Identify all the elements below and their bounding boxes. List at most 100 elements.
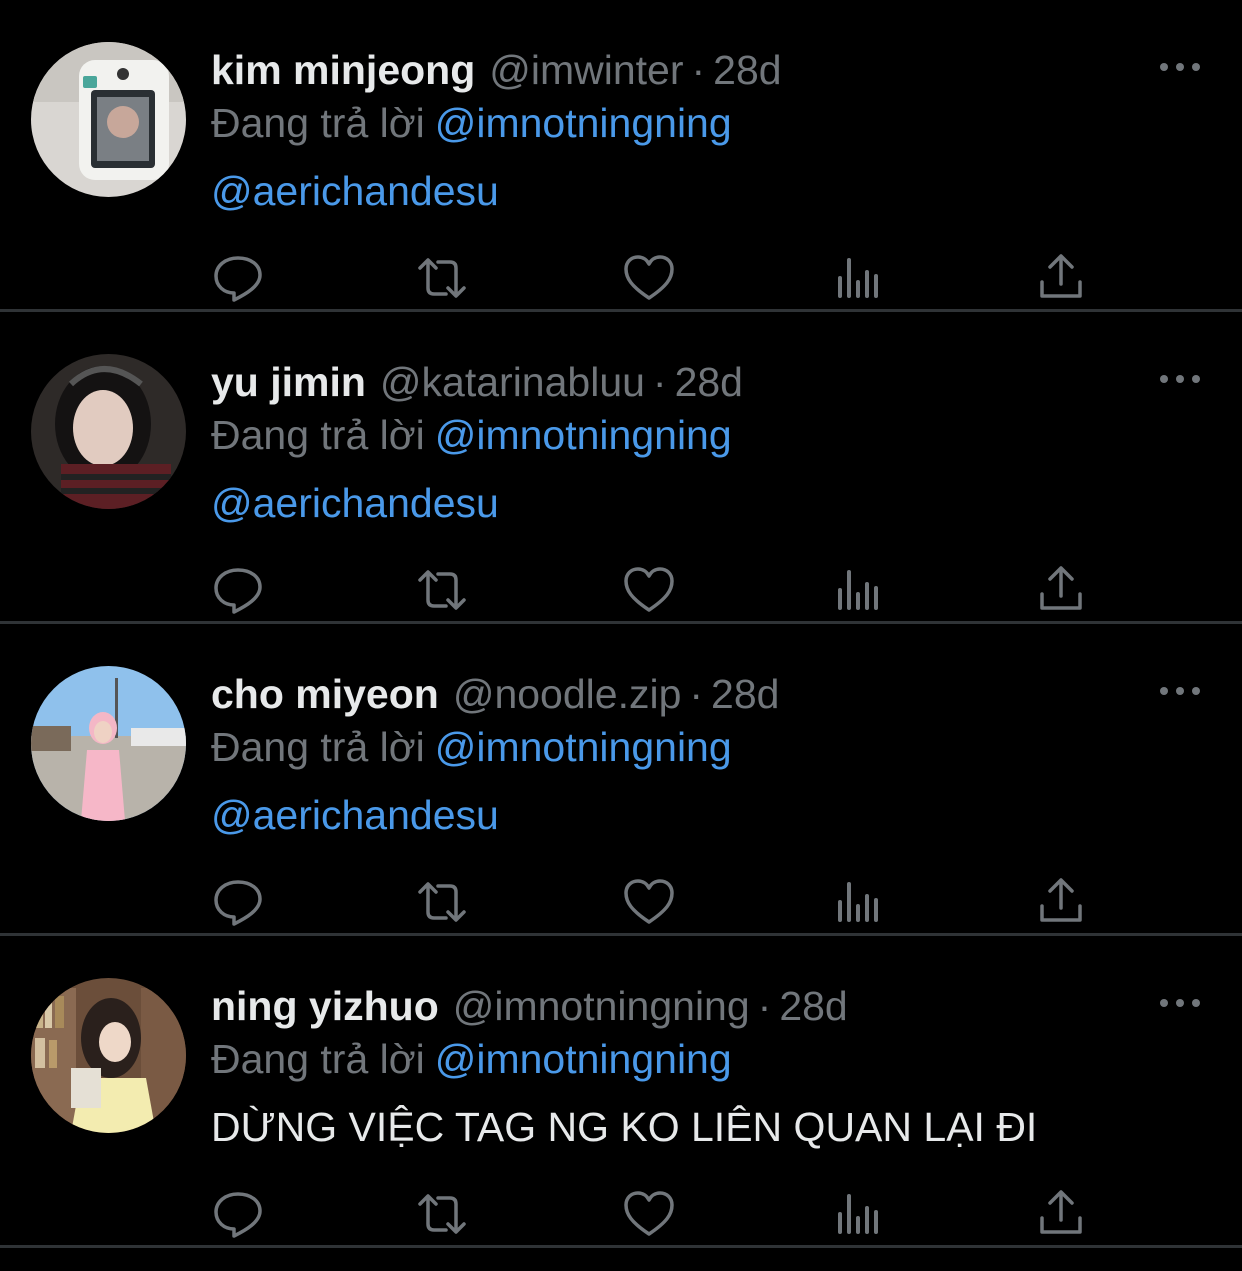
timestamp[interactable]: 28d xyxy=(675,359,743,405)
avatar-photo-icon xyxy=(31,666,186,821)
reply-target-link[interactable]: @imnotningning xyxy=(435,724,732,770)
more-options-button[interactable] xyxy=(1158,988,1202,1018)
tweet[interactable]: cho miyeon @noodle.zip · 28d Đang trả lời @i… xyxy=(0,624,1242,936)
mention-link[interactable]: @aerichandesu xyxy=(211,480,499,526)
retweet-button[interactable] xyxy=(414,874,470,930)
like-button[interactable] xyxy=(621,1186,677,1242)
more-options-button[interactable] xyxy=(1158,364,1202,394)
user-handle[interactable]: @imwinter xyxy=(489,47,683,93)
avatar[interactable] xyxy=(31,354,186,509)
share-button[interactable] xyxy=(1033,562,1089,618)
views-button[interactable] xyxy=(828,1186,884,1242)
avatar[interactable] xyxy=(31,666,186,821)
more-options-button[interactable] xyxy=(1158,676,1202,706)
avatar-photo-icon xyxy=(31,354,186,509)
reply-icon xyxy=(214,256,262,302)
replying-to: Đang trả lời @imnotningning xyxy=(211,97,732,149)
tweet[interactable]: kim minjeong @imwinter · 28d Đang trả lời @i… xyxy=(0,0,1242,312)
views-button[interactable] xyxy=(828,250,884,306)
separator-dot: · xyxy=(652,359,667,405)
separator-dot: · xyxy=(757,983,772,1029)
reply-button[interactable] xyxy=(210,562,266,618)
mention-link[interactable]: @aerichandesu xyxy=(211,168,499,214)
tweet-actions xyxy=(0,1186,1242,1242)
timestamp[interactable]: 28d xyxy=(713,47,781,93)
views-icon xyxy=(838,1194,878,1234)
tweet-actions xyxy=(0,874,1242,930)
display-name[interactable]: cho miyeon xyxy=(211,671,439,717)
tweet[interactable]: ning yizhuo @imnotningning · 28d Đang trả l… xyxy=(0,936,1242,1248)
replying-label: Đang trả lời xyxy=(211,1036,425,1082)
mention-link[interactable]: @aerichandesu xyxy=(211,792,499,838)
share-icon xyxy=(1040,1190,1082,1234)
more-dots-icon xyxy=(1160,375,1200,383)
user-handle[interactable]: @katarinabluu xyxy=(380,359,645,405)
reply-feed: kim minjeong @imwinter · 28d Đang trả lời @i… xyxy=(0,0,1242,1271)
like-button[interactable] xyxy=(621,250,677,306)
retweet-icon xyxy=(418,882,466,922)
tweet-text: @aerichandesu xyxy=(211,476,499,530)
avatar[interactable] xyxy=(31,42,186,197)
display-name[interactable]: kim minjeong xyxy=(211,47,475,93)
more-options-button[interactable] xyxy=(1158,52,1202,82)
avatar-photo-icon xyxy=(31,42,186,197)
replying-label: Đang trả lời xyxy=(211,412,425,458)
separator-dot: · xyxy=(691,47,706,93)
reply-button[interactable] xyxy=(210,874,266,930)
separator-dot: · xyxy=(689,671,704,717)
share-icon xyxy=(1040,878,1082,922)
reply-button[interactable] xyxy=(210,250,266,306)
timestamp[interactable]: 28d xyxy=(711,671,779,717)
divider xyxy=(0,1245,1242,1248)
user-handle[interactable]: @noodle.zip xyxy=(453,671,682,717)
replying-to: Đang trả lời @imnotningning xyxy=(211,1033,732,1085)
retweet-icon xyxy=(418,258,466,298)
reply-target-link[interactable]: @imnotningning xyxy=(435,412,732,458)
retweet-button[interactable] xyxy=(414,1186,470,1242)
reply-icon xyxy=(214,568,262,614)
reply-button[interactable] xyxy=(210,1186,266,1242)
user-handle[interactable]: @imnotningning xyxy=(453,983,750,1029)
tweet-text: DỪNG VIỆC TAG NG KO LIÊN QUAN LẠI ĐI xyxy=(211,1100,1037,1154)
reply-target-link[interactable]: @imnotningning xyxy=(435,1036,732,1082)
tweet-actions xyxy=(0,562,1242,618)
display-name[interactable]: ning yizhuo xyxy=(211,983,439,1029)
like-icon xyxy=(624,1191,674,1236)
tweet-text: @aerichandesu xyxy=(211,164,499,218)
retweet-button[interactable] xyxy=(414,562,470,618)
share-icon xyxy=(1040,566,1082,610)
tweet-header: cho miyeon @noodle.zip · 28d xyxy=(211,668,779,720)
timestamp[interactable]: 28d xyxy=(779,983,847,1029)
avatar-photo-icon xyxy=(31,978,186,1133)
like-button[interactable] xyxy=(621,562,677,618)
reply-icon xyxy=(214,880,262,926)
tweet-header: yu jimin @katarinabluu · 28d xyxy=(211,356,743,408)
views-button[interactable] xyxy=(828,874,884,930)
replying-to: Đang trả lời @imnotningning xyxy=(211,721,732,773)
replying-to: Đang trả lời @imnotningning xyxy=(211,409,732,461)
share-button[interactable] xyxy=(1033,250,1089,306)
display-name[interactable]: yu jimin xyxy=(211,359,366,405)
reply-icon xyxy=(214,1192,262,1238)
share-button[interactable] xyxy=(1033,874,1089,930)
share-icon xyxy=(1040,254,1082,298)
like-icon xyxy=(624,879,674,924)
like-icon xyxy=(624,255,674,300)
share-button[interactable] xyxy=(1033,1186,1089,1242)
retweet-icon xyxy=(418,1194,466,1234)
replying-label: Đang trả lời xyxy=(211,100,425,146)
tweet-actions xyxy=(0,250,1242,306)
retweet-button[interactable] xyxy=(414,250,470,306)
views-icon xyxy=(838,882,878,922)
tweet-body: DỪNG VIỆC TAG NG KO LIÊN QUAN LẠI ĐI xyxy=(211,1104,1038,1150)
replying-label: Đang trả lời xyxy=(211,724,425,770)
more-dots-icon xyxy=(1160,687,1200,695)
reply-target-link[interactable]: @imnotningning xyxy=(435,100,732,146)
avatar[interactable] xyxy=(31,978,186,1133)
like-icon xyxy=(624,567,674,612)
like-button[interactable] xyxy=(621,874,677,930)
views-icon xyxy=(838,258,878,298)
views-button[interactable] xyxy=(828,562,884,618)
tweet-text: @aerichandesu xyxy=(211,788,499,842)
tweet[interactable]: yu jimin @katarinabluu · 28d Đang trả lời @i… xyxy=(0,312,1242,624)
